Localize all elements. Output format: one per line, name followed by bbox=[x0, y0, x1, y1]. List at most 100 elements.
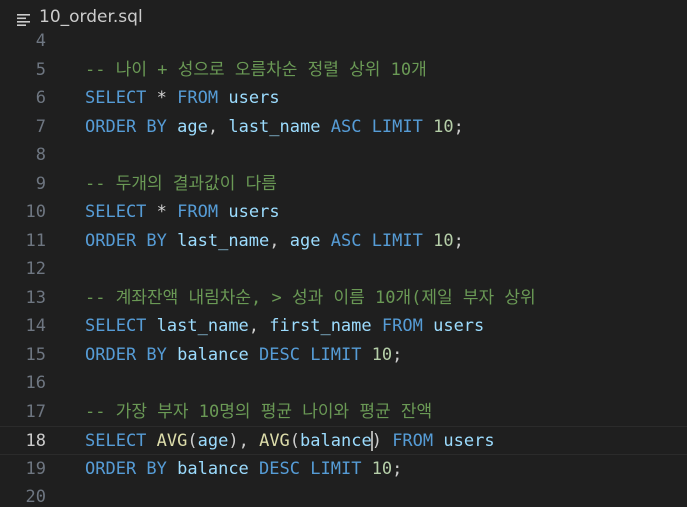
token-number: 10 bbox=[371, 344, 393, 365]
token-punct: ; bbox=[392, 458, 403, 479]
token-punct: ; bbox=[453, 116, 464, 137]
code-area[interactable]: 4 5 -- 나이 + 성으로 오름차순 정렬 상위 10개 6 SELECT * FR… bbox=[0, 27, 687, 507]
token-ident: balance bbox=[300, 431, 372, 451]
code-text[interactable]: SELECT AVG(age), AVG(balance) FROM users bbox=[85, 427, 495, 456]
line-number: 16 bbox=[25, 373, 46, 393]
token-keyword: ORDER BY bbox=[85, 344, 167, 365]
code-line[interactable]: 14 SELECT last_name, first_name FROM user… bbox=[0, 312, 687, 341]
line-number: 20 bbox=[25, 487, 46, 507]
token-op: * bbox=[156, 88, 167, 108]
token-punct bbox=[249, 345, 259, 365]
token-comment: -- 두개의 결과값이 다름 bbox=[85, 173, 277, 194]
code-text[interactable]: SELECT * FROM users bbox=[85, 84, 280, 113]
token-ident: age bbox=[289, 230, 321, 251]
token-ident: users bbox=[228, 202, 280, 222]
code-line[interactable]: 9 -- 두개의 결과값이 다름 bbox=[0, 170, 687, 199]
token-punct bbox=[218, 202, 228, 222]
code-text[interactable]: -- 가장 부자 10명의 평균 나이와 평균 잔액 bbox=[85, 398, 432, 427]
token-ident: first_name bbox=[269, 316, 372, 336]
code-line[interactable]: 8 bbox=[0, 141, 687, 170]
code-line[interactable]: 19 ORDER BY balance DESC LIMIT 10; bbox=[0, 455, 687, 484]
token-punct bbox=[320, 117, 330, 137]
token-punct bbox=[361, 231, 371, 251]
code-line[interactable]: 5 -- 나이 + 성으로 오름차순 정렬 상위 10개 bbox=[0, 56, 687, 85]
code-line[interactable]: 18 SELECT AVG(age), AVG(balance) FROM use… bbox=[0, 426, 687, 455]
code-line[interactable]: 7 ORDER BY age, last_name ASC LIMIT 10; bbox=[0, 113, 687, 142]
token-ident: balance bbox=[177, 344, 249, 365]
code-line[interactable]: 12 bbox=[0, 255, 687, 284]
token-punct bbox=[423, 231, 433, 251]
token-punct bbox=[372, 316, 382, 336]
code-text[interactable]: ORDER BY age, last_name ASC LIMIT 10; bbox=[85, 113, 464, 142]
line-number: 18 bbox=[25, 431, 46, 451]
token-func: AVG bbox=[259, 431, 290, 451]
code-text[interactable]: ORDER BY balance DESC LIMIT 10; bbox=[85, 455, 402, 484]
token-punct: ), bbox=[228, 431, 260, 451]
line-number: 4 bbox=[35, 31, 46, 51]
line-number: 10 bbox=[25, 202, 46, 222]
token-ident: users bbox=[433, 316, 485, 336]
code-text[interactable]: ORDER BY last_name, age ASC LIMIT 10; bbox=[85, 227, 464, 256]
token-punct: ( bbox=[187, 431, 198, 451]
token-punct bbox=[249, 459, 259, 479]
code-editor[interactable]: 10_order.sql 4 5 -- 나이 + 성으로 오름차순 정렬 상위 10… bbox=[0, 0, 687, 507]
code-text[interactable]: SELECT last_name, first_name FROM users bbox=[85, 312, 484, 341]
line-number: 19 bbox=[25, 458, 46, 479]
token-keyword: FROM bbox=[177, 202, 219, 222]
token-ident: users bbox=[443, 431, 495, 451]
code-line[interactable]: 17 -- 가장 부자 10명의 평균 나이와 평균 잔액 bbox=[0, 398, 687, 427]
token-number: 10 bbox=[433, 116, 454, 137]
line-number: 8 bbox=[35, 145, 46, 165]
token-keyword: DESC bbox=[259, 344, 300, 365]
code-line[interactable]: 20 bbox=[0, 483, 687, 507]
token-punct bbox=[361, 459, 371, 479]
token-punct bbox=[167, 345, 177, 365]
token-punct bbox=[218, 88, 228, 108]
token-keyword: FROM bbox=[177, 88, 219, 108]
line-number: 17 bbox=[25, 401, 46, 422]
token-func: AVG bbox=[156, 431, 188, 451]
token-punct bbox=[300, 345, 310, 365]
token-keyword: LIMIT bbox=[371, 116, 423, 137]
token-punct: , bbox=[248, 316, 270, 336]
code-text[interactable]: SELECT * FROM users bbox=[85, 198, 280, 227]
breadcrumb-filename[interactable]: 10_order.sql bbox=[39, 7, 143, 27]
code-line[interactable]: 15 ORDER BY balance DESC LIMIT 10; bbox=[0, 341, 687, 370]
line-number: 15 bbox=[25, 344, 46, 365]
code-line[interactable]: 10 SELECT * FROM users bbox=[0, 198, 687, 227]
code-text[interactable]: -- 계좌잔액 내림차순, > 성과 이름 10개(제일 부자 상위 bbox=[85, 284, 536, 313]
token-ident: users bbox=[228, 88, 280, 108]
token-ident: last_name bbox=[156, 316, 249, 336]
code-line[interactable]: 11 ORDER BY last_name, age ASC LIMIT 10; bbox=[0, 227, 687, 256]
token-keyword: SELECT bbox=[85, 431, 147, 451]
line-number: 9 bbox=[35, 173, 46, 194]
line-number: 13 bbox=[25, 287, 46, 308]
code-line[interactable]: 4 bbox=[0, 27, 687, 56]
token-keyword: FROM bbox=[392, 431, 434, 451]
token-punct bbox=[423, 316, 433, 336]
code-text[interactable]: ORDER BY balance DESC LIMIT 10; bbox=[85, 341, 402, 370]
code-line[interactable]: 6 SELECT * FROM users bbox=[0, 84, 687, 113]
token-keyword: ASC bbox=[330, 116, 362, 137]
token-keyword: SELECT bbox=[85, 316, 147, 336]
code-line[interactable]: 13 -- 계좌잔액 내림차순, > 성과 이름 10개(제일 부자 상위 bbox=[0, 284, 687, 313]
code-text[interactable]: -- 나이 + 성으로 오름차순 정렬 상위 10개 bbox=[85, 56, 427, 85]
token-punct bbox=[167, 231, 177, 251]
token-keyword: DESC bbox=[259, 458, 300, 479]
token-comment: -- 나이 + 성으로 오름차순 정렬 상위 10개 bbox=[85, 59, 427, 80]
token-punct bbox=[167, 202, 177, 222]
token-punct bbox=[320, 231, 330, 251]
token-punct bbox=[146, 316, 156, 336]
token-keyword: FROM bbox=[381, 316, 423, 336]
token-punct: ; bbox=[392, 344, 403, 365]
code-text[interactable]: -- 두개의 결과값이 다름 bbox=[85, 170, 277, 199]
token-keyword: ORDER BY bbox=[85, 230, 167, 251]
token-keyword: ORDER BY bbox=[85, 458, 167, 479]
token-punct bbox=[423, 117, 433, 137]
token-op: * bbox=[156, 202, 167, 222]
token-punct bbox=[146, 88, 156, 108]
token-keyword: SELECT bbox=[85, 88, 147, 108]
code-line[interactable]: 16 bbox=[0, 369, 687, 398]
token-punct: ( bbox=[289, 431, 301, 451]
token-punct bbox=[361, 345, 371, 365]
